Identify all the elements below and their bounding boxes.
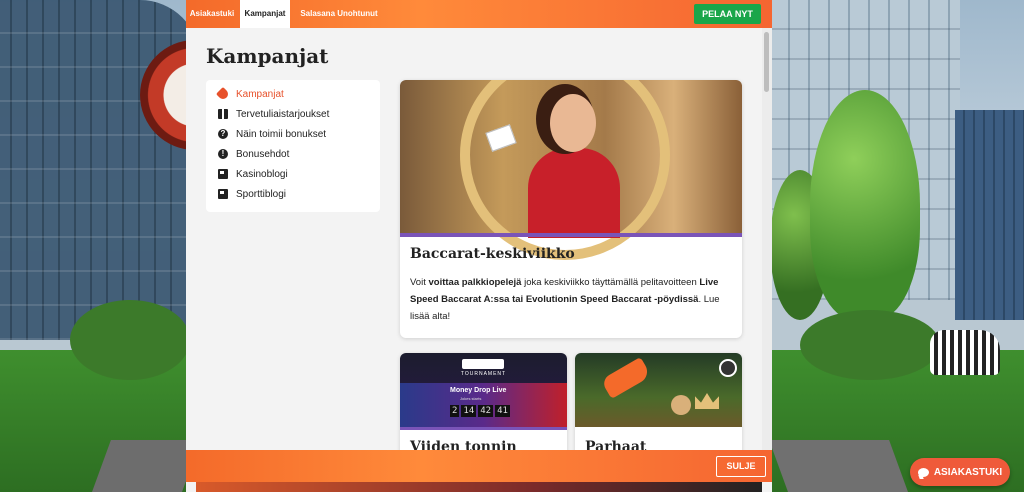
timer-hours: 14 (461, 405, 477, 417)
tree-large (810, 90, 920, 320)
game-subtitle: Jokes starts (460, 396, 482, 401)
football-boot (600, 356, 652, 400)
promo-image-tournament: TOURNAMENT Money Drop Live Jokes starts … (400, 353, 567, 427)
tournament-tag: TOURNAMENT (460, 371, 507, 377)
tournament-logo (462, 359, 504, 369)
promotions-panel: Asiakastuki Kampanjat Salasana Unohtunut… (186, 0, 772, 492)
sidebar-item-label: Tervetuliaistarjoukset (236, 108, 330, 120)
bush-left (70, 300, 190, 380)
gift-icon (218, 109, 228, 119)
description-part: joka keskiviikko täyttämällä pelitavoitt… (521, 277, 700, 288)
sidebar-item-label: Sporttiblogi (236, 188, 287, 200)
sidebar-item-campaigns[interactable]: Kampanjat (206, 84, 380, 104)
promo-card-stripe (400, 427, 567, 430)
description-part: Voit (410, 277, 429, 288)
description-bold: voittaa palkkiopelejä (428, 277, 522, 288)
sidebar-item-sports-blog[interactable]: Sporttiblogi (206, 184, 380, 204)
top-navigation-bar: Asiakastuki Kampanjat Salasana Unohtunut… (186, 0, 772, 28)
left-building-windows (0, 0, 186, 340)
timer-minutes: 42 (478, 405, 494, 417)
question-icon: ? (218, 129, 228, 139)
bottom-bar (186, 450, 772, 482)
scrollbar-thumb[interactable] (764, 32, 769, 92)
promo-image-football (575, 353, 742, 427)
sidebar-item-bonus-terms[interactable]: ! Bonusehdot (206, 144, 380, 164)
promo-card-tournament[interactable]: TOURNAMENT Money Drop Live Jokes starts … (400, 353, 567, 463)
sidebar-item-label: Kampanjat (236, 88, 284, 100)
tag-icon (215, 86, 231, 102)
scrollbar[interactable] (762, 28, 772, 450)
sidebar-item-label: Kasinoblogi (236, 168, 288, 180)
bush-right (800, 310, 940, 380)
dealer-figure (528, 148, 620, 238)
promo-card-stripe (400, 233, 742, 237)
underlying-banner (196, 482, 762, 492)
promo-image-dealer (400, 80, 742, 260)
sidebar-item-casino-blog[interactable]: Kasinoblogi (206, 164, 380, 184)
play-now-button[interactable]: PELAA NYT (694, 4, 761, 24)
football (671, 395, 691, 415)
sidebar-item-label: Näin toimii bonukset (236, 128, 327, 140)
sidebar-item-how-bonuses-work[interactable]: ? Näin toimii bonukset (206, 124, 380, 144)
tab-campaigns[interactable]: Kampanjat (240, 0, 290, 28)
sidebar-nav: Kampanjat Tervetuliaistarjoukset ? Näin … (206, 80, 380, 212)
newspaper-icon (218, 169, 228, 179)
promo-card-description: Voit voittaa palkkiopelejä joka keskivii… (410, 274, 732, 325)
promo-card-title: Baccarat-keskiviikko (410, 246, 575, 262)
promo-card-sports[interactable]: Parhaat (575, 353, 742, 463)
game-name: Money Drop Live (450, 387, 507, 394)
dealer-head (550, 94, 596, 152)
path-right (769, 440, 911, 492)
page-title: Kampanjat (206, 44, 329, 68)
chat-button-label: ASIAKASTUKI (933, 466, 1003, 478)
far-building (955, 110, 1024, 320)
chat-bubble-icon (917, 467, 929, 477)
countdown-timer: 2 14 42 41 (450, 405, 510, 417)
sidebar-item-welcome-offers[interactable]: Tervetuliaistarjoukset (206, 104, 380, 124)
zebra (930, 330, 1000, 375)
newspaper-icon (218, 189, 228, 199)
customer-support-chat-button[interactable]: ASIAKASTUKI (910, 458, 1010, 486)
close-button[interactable]: SULJE (716, 456, 766, 477)
tab-forgot-password[interactable]: Salasana Unohtunut (294, 0, 384, 28)
sidebar-item-label: Bonusehdot (236, 148, 290, 160)
crown-icon (695, 393, 719, 409)
timer-seconds: 41 (495, 405, 510, 417)
tab-support[interactable]: Asiakastuki (186, 0, 238, 28)
timer-days: 2 (450, 405, 460, 417)
exclamation-icon: ! (218, 149, 228, 159)
brand-logo-icon (719, 359, 737, 377)
promo-card-baccarat[interactable]: Baccarat-keskiviikko Voit voittaa palkki… (400, 80, 742, 338)
